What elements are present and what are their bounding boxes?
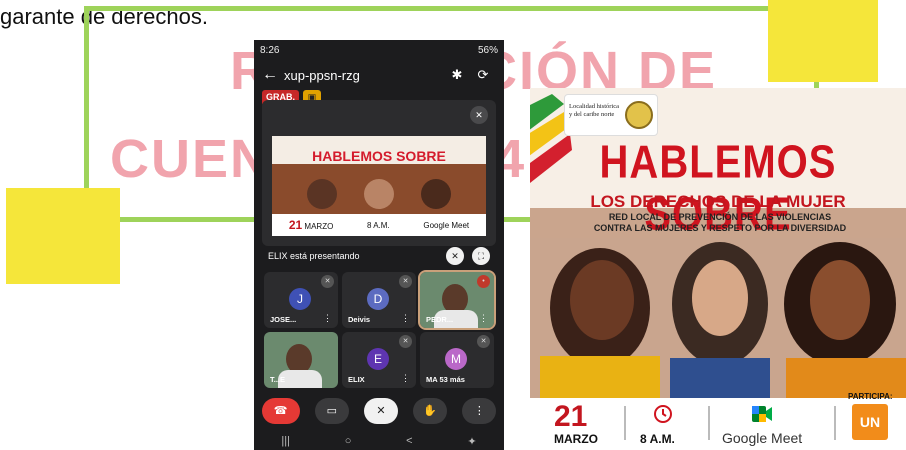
participant-name: T...E	[270, 375, 286, 384]
participant-video-tile[interactable]: T...E	[264, 332, 338, 388]
poster-description: RED LOCAL DE PREVENCIÓN DE LAS VIOLENCIA…	[570, 212, 870, 234]
fullscreen-icon[interactable]: ⛶	[472, 247, 490, 265]
phone-meet-screenshot: 8:26 56% ← xup-ppsn-rzg ✱ ⟳ GRAB. ▣ ✕ HA…	[254, 40, 504, 450]
event-month: MARZO	[554, 432, 598, 446]
avatar: E	[367, 348, 389, 370]
shared-slide-day: 21	[288, 218, 303, 232]
participant-name: MA 53 más	[426, 375, 465, 384]
raise-hand-button[interactable]: ✋	[413, 398, 448, 424]
more-options-icon[interactable]: ⋮	[479, 313, 488, 324]
avatar: D	[367, 288, 389, 310]
mic-off-icon: ✕	[477, 335, 490, 348]
participant-name: ELIX	[348, 375, 365, 384]
footer-divider	[834, 406, 836, 440]
locality-seal-icon	[625, 101, 653, 129]
more-options-icon[interactable]: ⋮	[401, 313, 410, 324]
participant-name: PEDR...	[426, 315, 454, 324]
mic-off-icon: ✕	[470, 106, 488, 124]
back-arrow-icon[interactable]: ←	[262, 66, 284, 84]
home-icon[interactable]: ○	[345, 435, 352, 447]
participant-tile[interactable]: ✕ D Deivis ⋮	[342, 272, 416, 328]
poster-description-line2: CONTRA LAS MUJERES Y RESPETO POR LA DIVE…	[593, 223, 847, 233]
mic-off-icon: ✕	[321, 275, 334, 288]
shared-slide-footer: 21 MARZO 8 A.M. Google Meet	[272, 214, 486, 236]
call-controls: ☎ ▭ ✕ ✋ ⋮	[254, 392, 504, 430]
shared-slide-preview: HABLEMOS SOBRE 21 MARZO 8 A.M. Google Me…	[272, 136, 486, 236]
shared-slide-title: HABLEMOS SOBRE	[312, 148, 446, 164]
meet-header: ← xup-ppsn-rzg ✱ ⟳	[254, 60, 504, 90]
event-day: 21	[554, 400, 588, 433]
presenting-text: ELIX está presentando	[268, 251, 360, 261]
shared-slide-photo	[307, 179, 451, 209]
shared-slide-time: 8 A.M.	[366, 220, 390, 230]
poster-description-line1: RED LOCAL DE PREVENCIÓN DE LAS VIOLENCIA…	[608, 212, 832, 222]
back-icon[interactable]: <	[406, 435, 412, 447]
more-options-button[interactable]: ⋮	[462, 398, 497, 424]
locality-logo: Localidad histórica y del caribe norte	[564, 94, 658, 136]
alarm-clock-icon	[654, 405, 672, 423]
pin-icon[interactable]: ✕	[446, 247, 464, 265]
status-battery: 56%	[477, 44, 498, 56]
locality-logo-text: Localidad histórica y del caribe norte	[569, 103, 619, 118]
recents-icon[interactable]: |||	[281, 435, 290, 447]
participa-label: PARTICIPA:	[848, 392, 893, 401]
accessibility-icon[interactable]: ✦	[467, 435, 476, 448]
status-bar: 8:26 56%	[254, 40, 504, 60]
presenting-bar: ELIX está presentando ✕ ⛶	[262, 246, 496, 266]
poster-photo-women	[530, 238, 906, 398]
mic-off-icon: ✕	[399, 275, 412, 288]
avatar: M	[445, 348, 467, 370]
footer-divider	[624, 406, 626, 440]
participant-tile[interactable]: ✕ M MA 53 más	[420, 332, 494, 388]
yellow-square-decoration	[768, 0, 878, 82]
shared-slide-month: MARZO	[304, 222, 334, 231]
footer-divider	[708, 406, 710, 440]
more-options-icon[interactable]: ⋮	[323, 313, 332, 324]
avatar: J	[289, 288, 311, 310]
status-time: 8:26	[260, 44, 280, 56]
event-poster: Localidad histórica y del caribe norte H…	[530, 88, 906, 450]
participant-name: Deivis	[348, 315, 371, 324]
participant-tile[interactable]: ✕ E ELIX ⋮	[342, 332, 416, 388]
android-nav-bar: ||| ○ < ✦	[254, 432, 504, 450]
bluetooth-icon[interactable]: ✱	[444, 67, 470, 83]
mic-toggle-button[interactable]: ✕	[363, 398, 398, 424]
participant-video-tile[interactable]: • PEDR... ⋮	[418, 270, 496, 330]
speaking-icon: •	[477, 275, 490, 288]
meeting-code[interactable]: xup-ppsn-rzg	[284, 68, 444, 83]
camera-toggle-button[interactable]: ▭	[314, 398, 349, 424]
end-call-button[interactable]: ☎	[261, 398, 300, 424]
more-options-icon[interactable]: ⋮	[401, 373, 410, 384]
mic-off-icon: ✕	[399, 335, 412, 348]
shared-slide-platform: Google Meet	[423, 220, 470, 230]
poster-subtitle: LOS DERECHOS DE LA MUJER	[590, 192, 846, 211]
participant-tile[interactable]: ✕ J JOSE... ⋮	[264, 272, 338, 328]
google-meet-icon	[752, 406, 772, 422]
event-platform: Google Meet	[722, 430, 803, 446]
event-time: 8 A.M.	[640, 432, 675, 446]
presentation-tile[interactable]: ✕ HABLEMOS SOBRE 21 MARZO 8 A.M. Google …	[262, 100, 496, 246]
yellow-square-decoration	[6, 188, 120, 284]
partner-logo-un: UN	[852, 404, 888, 440]
participant-name: JOSE...	[270, 315, 297, 324]
switch-camera-icon[interactable]: ⟳	[470, 67, 496, 83]
